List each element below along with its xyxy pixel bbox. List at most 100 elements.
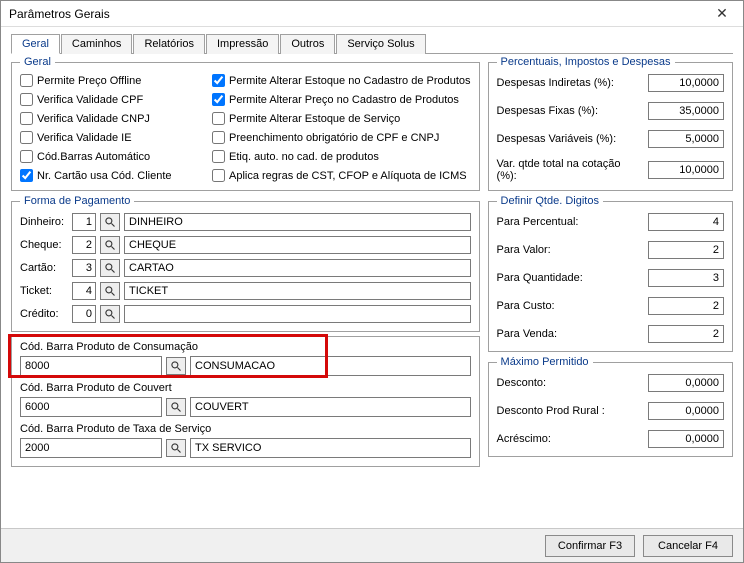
row-dig-valor: Para Valor:2 xyxy=(497,241,724,259)
kv-value-input[interactable]: 0,0000 xyxy=(648,374,724,392)
code-consumacao-input[interactable]: 8000 xyxy=(20,356,162,376)
pay-row-cheque: Cheque: 2 CHEQUE xyxy=(20,236,471,254)
kv-value-input[interactable]: 4 xyxy=(648,213,724,231)
kv-value-input[interactable]: 10,0000 xyxy=(648,161,724,179)
checkbox[interactable] xyxy=(20,150,33,163)
checkbox[interactable] xyxy=(20,131,33,144)
kv-value-input[interactable]: 2 xyxy=(648,325,724,343)
lookup-button[interactable] xyxy=(100,213,120,231)
kv-value-input[interactable]: 10,0000 xyxy=(648,74,724,92)
check-label: Permite Preço Offline xyxy=(37,75,141,87)
check-cartao-cod-cliente[interactable]: Nr. Cartão usa Cód. Cliente xyxy=(20,169,206,182)
content: Geral Caminhos Relatórios Impressão Outr… xyxy=(1,27,743,528)
check-obrig-cpf-cnpj[interactable]: Preenchimento obrigatório de CPF e CNPJ xyxy=(212,131,471,144)
kv-label: Var. qtde total na cotação (%): xyxy=(497,158,642,182)
pay-num-input[interactable]: 4 xyxy=(72,282,96,300)
lookup-button[interactable] xyxy=(166,357,186,375)
head-couvert: Cód. Barra Produto de Couvert xyxy=(20,382,471,394)
checkbox[interactable] xyxy=(212,93,225,106)
pay-row-cartao: Cartão: 3 CARTAO xyxy=(20,259,471,277)
tab-impressao[interactable]: Impressão xyxy=(206,34,279,54)
row-var-qtde-cotacao: Var. qtde total na cotação (%): 10,0000 xyxy=(497,158,724,182)
kv-value-input[interactable]: 3 xyxy=(648,269,724,287)
row-desp-indiretas: Despesas Indiretas (%): 10,0000 xyxy=(497,74,724,92)
pay-num-input[interactable]: 3 xyxy=(72,259,96,277)
code-couvert-input[interactable]: 6000 xyxy=(20,397,162,417)
pay-desc[interactable]: DINHEIRO xyxy=(124,213,471,231)
checkbox[interactable] xyxy=(212,169,225,182)
check-valida-cpf[interactable]: Verifica Validade CPF xyxy=(20,93,206,106)
pay-desc[interactable] xyxy=(124,305,471,323)
tab-geral[interactable]: Geral xyxy=(11,34,60,54)
code-couvert-desc[interactable]: COUVERT xyxy=(190,397,471,417)
checkbox[interactable] xyxy=(212,150,225,163)
code-consumacao-desc[interactable]: CONSUMACAO xyxy=(190,356,471,376)
check-valida-ie[interactable]: Verifica Validade IE xyxy=(20,131,206,144)
lookup-button[interactable] xyxy=(100,305,120,323)
check-label: Verifica Validade CNPJ xyxy=(37,113,150,125)
check-label: Aplica regras de CST, CFOP e Alíquota de… xyxy=(229,170,467,182)
tab-relatorios[interactable]: Relatórios xyxy=(133,34,205,54)
check-etiq-auto[interactable]: Etiq. auto. no cad. de produtos xyxy=(212,150,471,163)
lookup-button[interactable] xyxy=(100,282,120,300)
pay-label: Crédito: xyxy=(20,308,68,320)
check-alterar-estoque-servico[interactable]: Permite Alterar Estoque de Serviço xyxy=(212,112,471,125)
kv-value-input[interactable]: 0,0000 xyxy=(648,402,724,420)
kv-label: Despesas Indiretas (%): xyxy=(497,77,642,89)
column-left: Geral Permite Preço Offline Permite Alte… xyxy=(11,56,480,528)
head-consumacao: Cód. Barra Produto de Consumação xyxy=(20,341,471,353)
check-cod-barras-auto[interactable]: Cód.Barras Automático xyxy=(20,150,206,163)
kv-value-input[interactable]: 35,0000 xyxy=(648,102,724,120)
check-preco-offline[interactable]: Permite Preço Offline xyxy=(20,74,206,87)
row-couvert: 6000 COUVERT xyxy=(20,397,471,417)
pay-row-ticket: Ticket: 4 TICKET xyxy=(20,282,471,300)
check-regras-cst-cfop[interactable]: Aplica regras de CST, CFOP e Alíquota de… xyxy=(212,169,471,182)
lookup-button[interactable] xyxy=(166,439,186,457)
search-icon xyxy=(104,308,116,320)
pay-num-input[interactable]: 0 xyxy=(72,305,96,323)
kv-value-input[interactable]: 0,0000 xyxy=(648,430,724,448)
check-valida-cnpj[interactable]: Verifica Validade CNPJ xyxy=(20,112,206,125)
cancel-button[interactable]: Cancelar F4 xyxy=(643,535,733,557)
check-alterar-preco-produtos[interactable]: Permite Alterar Preço no Cadastro de Pro… xyxy=(212,93,471,106)
tab-servico-solus[interactable]: Serviço Solus xyxy=(336,34,425,54)
pay-desc[interactable]: CARTAO xyxy=(124,259,471,277)
kv-label: Para Venda: xyxy=(497,328,642,340)
checkbox[interactable] xyxy=(212,131,225,144)
confirm-button[interactable]: Confirmar F3 xyxy=(545,535,635,557)
group-pagamento: Forma de Pagamento Dinheiro: 1 DINHEIRO … xyxy=(11,195,480,332)
check-alterar-estoque-produtos[interactable]: Permite Alterar Estoque no Cadastro de P… xyxy=(212,74,471,87)
group-pagamento-legend: Forma de Pagamento xyxy=(20,195,134,207)
code-servico-desc[interactable]: TX SERVICO xyxy=(190,438,471,458)
checkbox[interactable] xyxy=(212,74,225,87)
pay-num-input[interactable]: 1 xyxy=(72,213,96,231)
checkbox[interactable] xyxy=(212,112,225,125)
close-button[interactable]: ✕ xyxy=(705,4,739,24)
kv-value-input[interactable]: 2 xyxy=(648,297,724,315)
pay-num-input[interactable]: 2 xyxy=(72,236,96,254)
checkbox[interactable] xyxy=(20,93,33,106)
pay-label: Cheque: xyxy=(20,239,68,251)
lookup-button[interactable] xyxy=(100,236,120,254)
search-icon xyxy=(104,239,116,251)
tab-outros[interactable]: Outros xyxy=(280,34,335,54)
checkbox[interactable] xyxy=(20,112,33,125)
checkbox[interactable] xyxy=(20,169,33,182)
row-desp-fixas: Despesas Fixas (%): 35,0000 xyxy=(497,102,724,120)
kv-label: Despesas Fixas (%): xyxy=(497,105,642,117)
kv-value-input[interactable]: 2 xyxy=(648,241,724,259)
row-max-acrescimo: Acréscimo:0,0000 xyxy=(497,430,724,448)
tab-caminhos[interactable]: Caminhos xyxy=(61,34,133,54)
check-label: Permite Alterar Estoque no Cadastro de P… xyxy=(229,75,471,87)
footer: Confirmar F3 Cancelar F4 xyxy=(1,528,743,562)
kv-value-input[interactable]: 5,0000 xyxy=(648,130,724,148)
pay-desc[interactable]: CHEQUE xyxy=(124,236,471,254)
pagamento-rows: Dinheiro: 1 DINHEIRO Cheque: 2 CHEQUE xyxy=(20,213,471,323)
pay-desc[interactable]: TICKET xyxy=(124,282,471,300)
code-servico-input[interactable]: 2000 xyxy=(20,438,162,458)
checkbox[interactable] xyxy=(20,74,33,87)
pay-row-credito: Crédito: 0 xyxy=(20,305,471,323)
lookup-button[interactable] xyxy=(100,259,120,277)
search-icon xyxy=(104,285,116,297)
lookup-button[interactable] xyxy=(166,398,186,416)
